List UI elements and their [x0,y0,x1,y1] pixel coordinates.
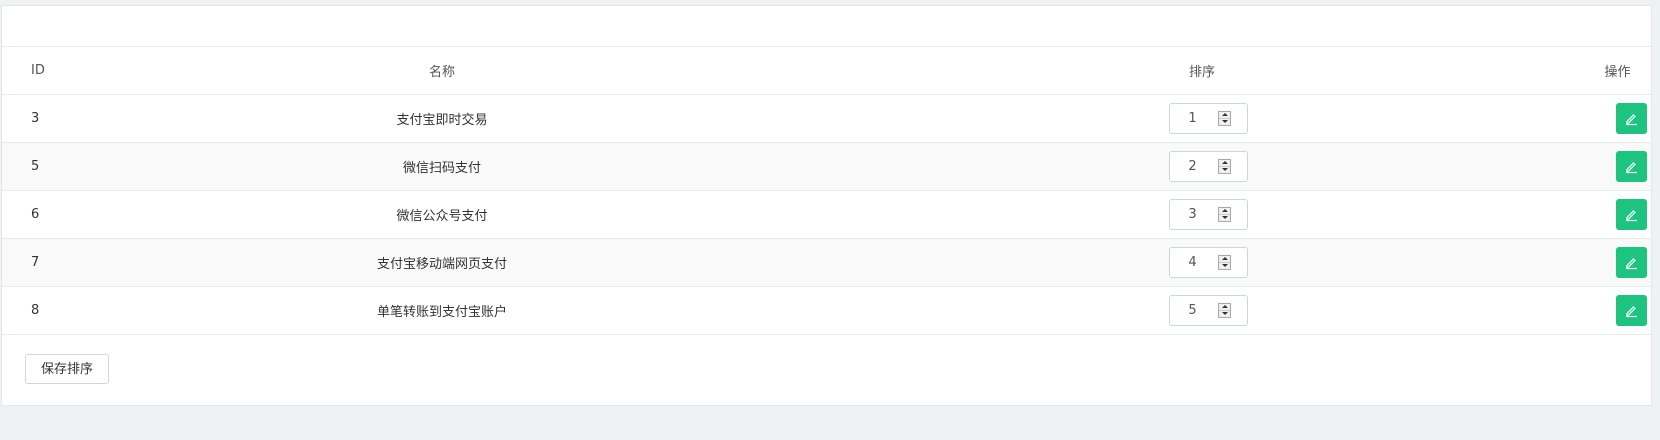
row-sort-cell [812,142,1592,191]
pencil-icon [1626,210,1637,222]
sort-spinner[interactable] [1217,303,1231,318]
sort-spinner[interactable] [1217,159,1231,174]
table-footer: 保存排序 [2,335,1651,401]
sort-spinner[interactable] [1217,111,1231,126]
pencil-icon [1626,258,1637,270]
row-action-cell [1592,286,1651,335]
table-row: 5 微信扫码支付 [2,142,1651,191]
pencil-icon [1626,114,1637,126]
caret-down-icon[interactable] [1219,167,1230,173]
header-action: 操作 [1592,47,1651,95]
header-name: 名称 [72,47,812,95]
caret-down-icon[interactable] [1219,215,1230,221]
sort-input[interactable] [1169,152,1216,181]
edit-button[interactable] [1616,199,1647,230]
row-action-cell [1592,238,1651,287]
row-id: 8 [2,286,72,335]
table-row: 3 支付宝即时交易 [2,94,1651,143]
row-action-cell [1592,94,1651,143]
caret-up-icon[interactable] [1218,208,1230,215]
row-name: 单笔转账到支付宝账户 [72,286,812,335]
save-sort-button[interactable]: 保存排序 [25,354,109,384]
sort-input[interactable] [1169,200,1216,229]
sort-number-input[interactable] [1168,199,1248,230]
row-name: 支付宝移动端网页支付 [72,238,812,287]
sort-spinner[interactable] [1217,255,1231,270]
caret-down-icon[interactable] [1219,263,1230,269]
row-sort-cell [812,94,1592,143]
row-action-cell [1592,190,1651,239]
caret-down-icon[interactable] [1219,311,1230,317]
table-row: 6 微信公众号支付 [2,190,1651,239]
row-name: 支付宝即时交易 [72,94,812,143]
table-row: 8 单笔转账到支付宝账户 [2,286,1651,335]
sort-input[interactable] [1169,296,1216,325]
caret-up-icon[interactable] [1218,304,1230,311]
sort-input[interactable] [1169,104,1216,133]
row-name: 微信公众号支付 [72,190,812,239]
sort-number-input[interactable] [1168,103,1248,134]
edit-button[interactable] [1616,247,1647,278]
sort-input[interactable] [1169,248,1216,277]
row-id: 6 [2,190,72,239]
row-sort-cell [812,238,1592,287]
row-sort-cell [812,286,1592,335]
header-sort: 排序 [812,47,1592,95]
caret-up-icon[interactable] [1218,256,1230,263]
sort-number-input[interactable] [1168,295,1248,326]
header-id: ID [2,47,72,95]
row-id: 3 [2,94,72,143]
row-id: 5 [2,142,72,191]
payment-panel: ID 名称 排序 操作 3 支付宝即时交易 1 5 微信扫码支付 2 6 微信公… [1,5,1652,406]
row-sort-cell [812,190,1592,239]
table-header-row: ID 名称 排序 操作 [2,47,1651,95]
caret-down-icon[interactable] [1219,119,1230,125]
edit-button[interactable] [1616,151,1647,182]
sort-spinner[interactable] [1217,207,1231,222]
pencil-icon [1626,162,1637,174]
row-action-cell [1592,142,1651,191]
sort-number-input[interactable] [1168,247,1248,278]
pencil-icon [1626,306,1637,318]
sort-number-input[interactable] [1168,151,1248,182]
panel-header [2,6,1651,47]
caret-up-icon[interactable] [1218,112,1230,119]
payment-table: ID 名称 排序 操作 3 支付宝即时交易 1 5 微信扫码支付 2 6 微信公… [2,47,1651,335]
table-row: 7 支付宝移动端网页支付 [2,238,1651,287]
row-name: 微信扫码支付 [72,142,812,191]
edit-button[interactable] [1616,295,1647,326]
caret-up-icon[interactable] [1218,160,1230,167]
row-id: 7 [2,238,72,287]
edit-button[interactable] [1616,103,1647,134]
